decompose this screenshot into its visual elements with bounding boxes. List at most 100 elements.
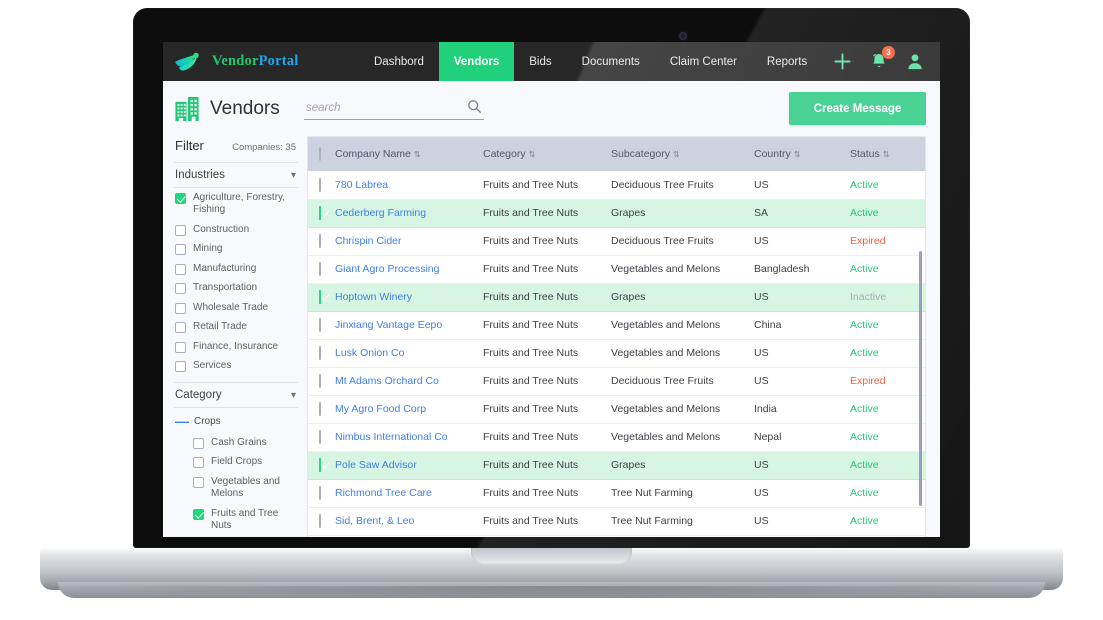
filter-option-wholesale-trade[interactable]: Wholesale Trade [174,298,298,318]
filter-option-retail-trade[interactable]: Retail Trade [174,318,298,338]
row-checkbox[interactable] [319,486,321,500]
table-row[interactable]: Pole Saw Advisor Fruits and Tree Nuts Grap… [308,451,925,480]
filter-option-cash-grains[interactable]: Cash Grains [174,433,298,453]
company-name-link[interactable]: Cederberg Farming [335,207,426,219]
table-row[interactable]: Richmond Tree Care Fruits and Tree Nuts Tr… [308,479,925,508]
table-row[interactable]: Hoptown Winery Fruits and Tree Nuts Grapes… [308,283,925,312]
row-checkbox[interactable] [319,206,321,220]
filter-option-field-crops[interactable]: Field Crops [174,453,298,473]
add-button[interactable] [833,52,852,71]
company-name-link[interactable]: Pole Saw Advisor [335,459,417,471]
filter-option-horticultural-specialties[interactable]: Horticultural Specialties [174,536,298,537]
company-name-link[interactable]: Richmond Tree Care [335,487,432,499]
company-name-link[interactable]: Lusk Onion Co [335,347,404,359]
nav-item-dashboard[interactable]: Dashbord [359,42,439,81]
sort-arrows-icon[interactable]: ⇅ [673,150,680,159]
company-name-link[interactable]: Jinxiang Vantage Eepo [335,319,442,331]
nav-item-documents[interactable]: Documents [567,42,655,81]
column-header-status[interactable]: Status ⇅ [850,137,925,171]
table-row[interactable]: Cederberg Farming Fruits and Tree Nuts Gra… [308,199,925,228]
table-row[interactable]: Mt Adams Orchard Co Fruits and Tree Nuts D… [308,367,925,396]
filter-option-agriculture[interactable]: Agriculture, Forestry, Fishing [174,188,298,220]
row-checkbox[interactable] [319,262,321,276]
row-checkbox[interactable] [319,430,321,444]
profile-button[interactable] [906,52,924,71]
column-header-company-name[interactable]: Company Name ⇅ [335,137,483,171]
filter-option-finance-insurance[interactable]: Finance, Insurance [174,337,298,357]
row-checkbox[interactable] [319,374,321,388]
table-vertical-scrollbar[interactable] [919,251,922,506]
company-name-link[interactable]: Hoptown Winery [335,291,412,303]
company-name-link[interactable]: Nimbus International Co [335,431,448,443]
filter-option-mining[interactable]: Mining [174,240,298,260]
row-checkbox[interactable] [319,318,321,332]
sort-arrows-icon[interactable]: ⇅ [883,150,890,159]
table-row[interactable]: 780 Labrea Fruits and Tree Nuts Deciduous … [308,171,925,200]
checkbox[interactable] [193,457,204,468]
cell-status: Expired [850,367,925,396]
checkbox[interactable] [175,302,186,314]
table-row[interactable]: Chrispin Cider Fruits and Tree Nuts Decidu… [308,227,925,256]
company-name-link[interactable]: Chrispin Cider [335,235,402,247]
nav-item-reports[interactable]: Reports [752,42,822,81]
nav-item-claim-center[interactable]: Claim Center [655,42,752,81]
cell-company-name: Jinxiang Vantage Eepo [335,311,483,340]
row-checkbox[interactable] [319,346,321,360]
filter-option-transportation[interactable]: Transportation [174,279,298,299]
row-checkbox[interactable] [319,458,321,472]
column-header-subcategory[interactable]: Subcategory ⇅ [611,137,754,171]
table-row[interactable]: Jinxiang Vantage Eepo Fruits and Tree Nut… [308,311,925,340]
checkbox[interactable] [175,263,186,275]
filter-option-manufacturing[interactable]: Manufacturing [174,259,298,279]
sort-arrows-icon[interactable]: ⇅ [414,150,421,159]
filter-option-vegetables-and-melons[interactable]: Vegetables and Melons [174,472,298,504]
row-checkbox[interactable] [319,177,321,192]
checkbox[interactable] [175,341,186,353]
create-message-button[interactable]: Create Message [789,92,926,125]
table-row[interactable]: Nimbus International Co Fruits and Tree N… [308,423,925,452]
table-row[interactable]: My Agro Food Corp Fruits and Tree Nuts Veg… [308,395,925,424]
search-input[interactable] [304,98,484,120]
checkbox[interactable] [175,322,186,333]
notifications-button[interactable]: 3 [870,46,895,71]
table-row[interactable]: Giant Agro Processing Fruits and Tree Nut… [308,255,925,284]
company-name-link[interactable]: Sid, Brent, & Leo [335,515,414,527]
row-select-cell [308,283,335,312]
checkbox[interactable] [175,244,186,255]
column-header-country[interactable]: Country ⇅ [754,137,850,171]
column-header-category[interactable]: Category ⇅ [483,137,611,171]
checkbox[interactable] [193,437,204,449]
sort-arrows-icon[interactable]: ⇅ [794,150,801,159]
brand-logo-area[interactable]: VendorPortal [163,42,359,81]
checkbox[interactable] [175,192,186,204]
sort-arrows-icon[interactable]: ⇅ [529,150,536,159]
filter-option-construction[interactable]: Construction [174,220,298,240]
nav-item-vendors[interactable]: Vendors [438,42,515,81]
filter-option-fruits-and-tree-nuts[interactable]: Fruits and Tree Nuts [174,504,298,536]
section-header-industries[interactable]: Industries ▾ [174,162,298,188]
company-name-link[interactable]: Giant Agro Processing [335,263,439,275]
company-name-link[interactable]: Mt Adams Orchard Co [335,375,439,387]
company-name-link[interactable]: My Agro Food Corp [335,403,426,415]
section-header-category[interactable]: Category ▾ [174,382,298,408]
filter-option-services[interactable]: Services [174,357,298,377]
collapse-toggle-icon[interactable]: — [175,414,189,428]
checkbox[interactable] [175,361,186,372]
table-row[interactable]: Lusk Onion Co Fruits and Tree Nuts Vegetab… [308,339,925,368]
filter-group-crops[interactable]: — Crops [174,408,298,433]
row-checkbox[interactable] [319,234,321,248]
row-checkbox[interactable] [319,402,321,416]
select-all-checkbox[interactable] [319,147,321,161]
checkbox[interactable] [193,476,204,488]
company-name-link[interactable]: 780 Labrea [335,179,388,191]
row-checkbox[interactable] [319,514,321,528]
checkbox[interactable] [175,283,186,294]
cell-status: Active [850,171,925,200]
search-icon[interactable] [467,99,482,114]
checkbox[interactable] [193,508,204,520]
nav-item-bids[interactable]: Bids [514,42,566,81]
bird-logo-icon [175,52,199,71]
checkbox[interactable] [175,224,186,236]
table-row[interactable]: Sid, Brent, & Leo Fruits and Tree Nuts Tre… [308,507,925,536]
row-checkbox[interactable] [319,290,321,304]
